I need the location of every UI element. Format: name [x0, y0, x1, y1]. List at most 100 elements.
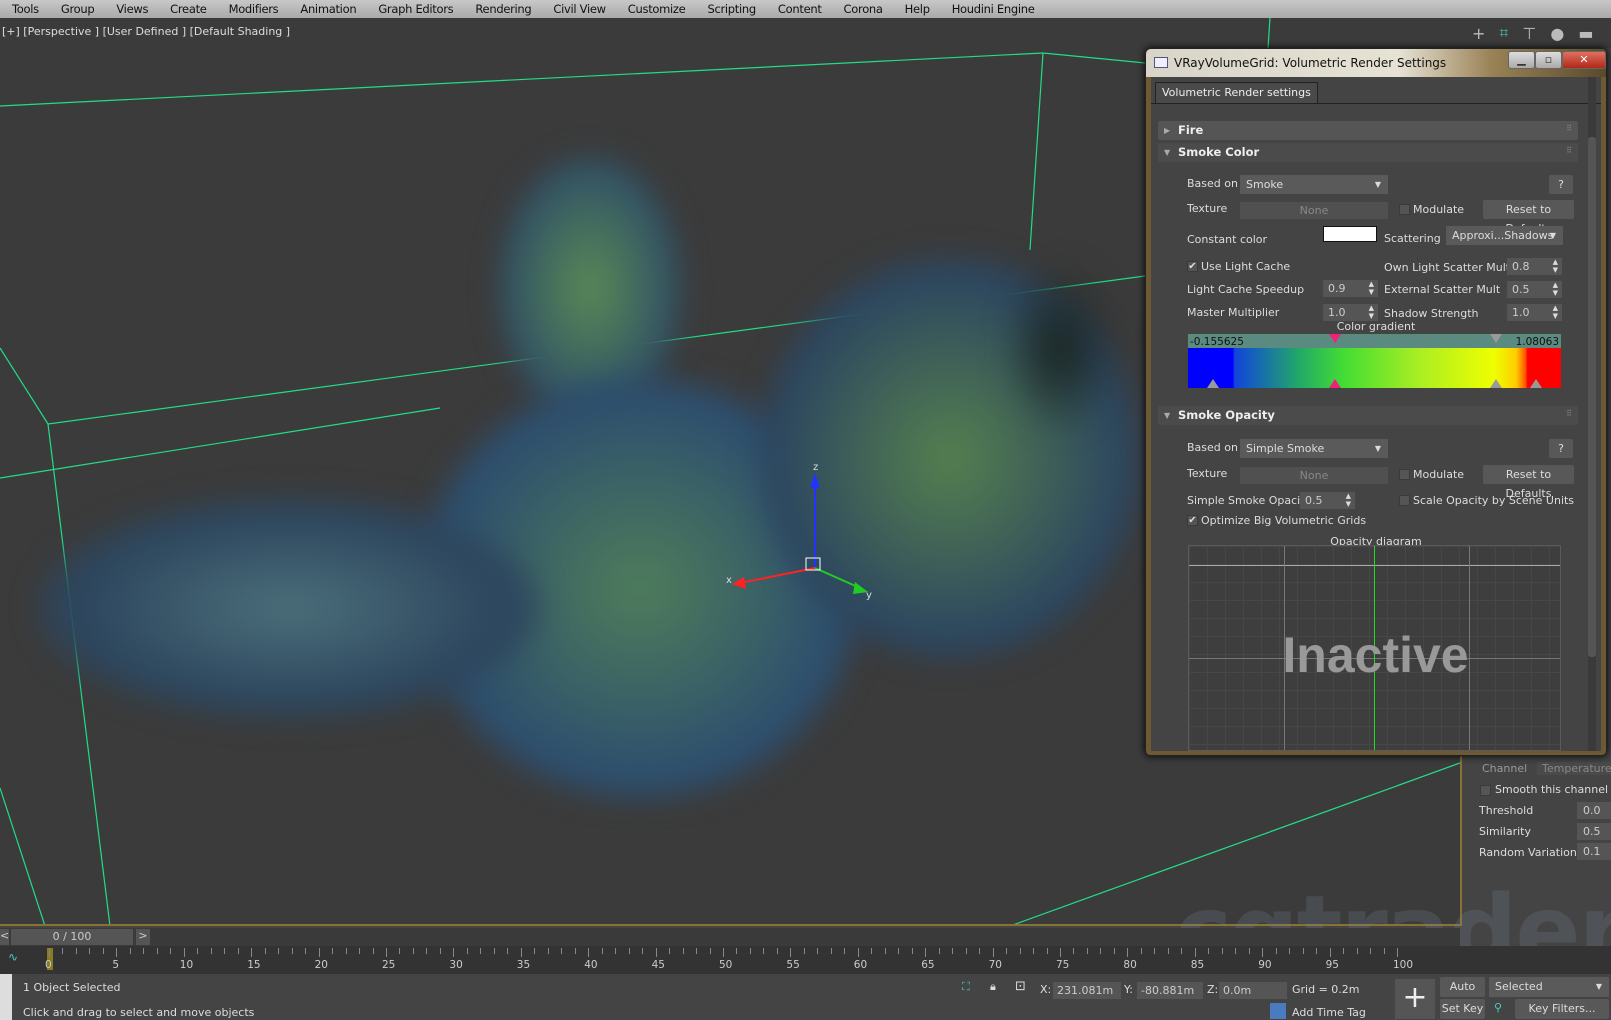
master-multiplier-spinner[interactable]: 1.0 ▲ ▼ [1323, 304, 1378, 321]
menu-item[interactable]: Help [905, 2, 930, 16]
menu-item[interactable]: Customize [628, 2, 686, 16]
drag-handle-icon[interactable]: ⠿ [1566, 124, 1572, 133]
spinner-arrows-icon[interactable]: ▲ ▼ [1553, 281, 1558, 297]
random-variation-field[interactable]: 0.1 [1577, 843, 1611, 860]
drag-handle-icon[interactable]: ⠿ [1566, 409, 1572, 418]
key-selection-dropdown[interactable]: Selected ▼ [1489, 977, 1609, 997]
menu-item[interactable]: Scripting [707, 2, 756, 16]
curve-editor-icon[interactable]: ∿ [8, 950, 18, 964]
maxscript-listener[interactable] [0, 974, 12, 1020]
prev-frame-button[interactable]: < [0, 929, 9, 945]
close-button[interactable]: ✕ [1562, 51, 1606, 69]
gradient-stop-marker-icon[interactable] [1490, 379, 1502, 388]
timeline-tick-label: 50 [719, 959, 733, 971]
menu-item[interactable]: Houdini Engine [952, 2, 1035, 16]
lock-icon[interactable]: 🔒︎ [990, 980, 996, 994]
spinner-arrows-icon[interactable]: ▲ ▼ [1369, 280, 1374, 296]
menu-item[interactable]: Tools [12, 2, 39, 16]
set-key-button[interactable]: Set Key [1440, 999, 1485, 1019]
menu-item[interactable]: Content [778, 2, 822, 16]
move-gizmo[interactable]: x y z [720, 458, 880, 608]
scattering-dropdown[interactable]: Approxi...Shadows ▼ [1446, 226, 1563, 245]
spinner-arrows-icon[interactable]: ▲ ▼ [1553, 304, 1558, 320]
optimize-big-grids-checkbox[interactable]: ✔ [1187, 515, 1198, 526]
next-frame-button[interactable]: > [136, 929, 150, 945]
help-button[interactable]: ? [1549, 439, 1573, 458]
spinner-arrows-icon[interactable]: ▲ ▼ [1553, 258, 1558, 274]
tab-volumetric-render-settings[interactable]: Volumetric Render settings [1155, 82, 1318, 103]
set-key-mode-icon[interactable]: + [1395, 979, 1435, 1019]
key-filters-button[interactable]: Key Filters... [1515, 999, 1609, 1019]
scale-opacity-checkbox[interactable] [1399, 495, 1410, 506]
smoke-opacity-based-on-dropdown[interactable]: Simple Smoke ▼ [1240, 439, 1388, 458]
maximize-button[interactable]: ▫ [1535, 51, 1562, 69]
reset-to-defaults-button[interactable]: Reset to Defaults [1483, 465, 1574, 500]
x-coordinate-field[interactable]: 231.081m [1053, 982, 1121, 999]
time-tag-icon[interactable] [1270, 1003, 1286, 1019]
menu-item[interactable]: Rendering [475, 2, 531, 16]
menu-item[interactable]: Create [170, 2, 207, 16]
z-coordinate-field[interactable]: 0.0m [1219, 982, 1287, 999]
rollout-smoke-color[interactable]: ▼ Smoke Color ⠿ [1158, 143, 1578, 162]
rollout-fire[interactable]: ▶ Fire ⠿ [1158, 121, 1578, 140]
color-gradient-editor[interactable]: -0.155625 1.08063 [1188, 334, 1561, 388]
viewport-label[interactable]: [+] [Perspective ] [User Defined ] [Defa… [2, 25, 290, 38]
tab-channel[interactable]: Channel [1482, 762, 1527, 775]
smooth-channel-checkbox[interactable] [1480, 785, 1491, 796]
opacity-diagram[interactable]: Inactive [1188, 545, 1561, 751]
menu-item[interactable]: Modifiers [229, 2, 279, 16]
create-plus-icon[interactable]: + [1472, 24, 1485, 43]
simple-smoke-opacity-spinner[interactable]: 0.5 ▲ ▼ [1300, 492, 1355, 509]
shadow-strength-label: Shadow Strength [1384, 307, 1479, 320]
menu-item[interactable]: Graph Editors [378, 2, 453, 16]
modulate-checkbox[interactable] [1399, 204, 1410, 215]
menu-item[interactable]: Views [116, 2, 148, 16]
gradient-top-marker-icon[interactable] [1329, 334, 1341, 343]
external-scatter-spinner[interactable]: 0.5 ▲ ▼ [1507, 281, 1562, 298]
reset-to-defaults-button[interactable]: Reset to Defaults [1483, 200, 1574, 235]
texture-slot-button[interactable]: None [1240, 202, 1388, 219]
auto-key-button[interactable]: Auto Key [1440, 977, 1485, 1012]
gradient-stop-marker-icon[interactable] [1207, 379, 1219, 388]
dialog-title-bar[interactable]: VRayVolumeGrid: Volumetric Render Settin… [1146, 49, 1606, 77]
menu-item[interactable]: Civil View [553, 2, 606, 16]
drag-handle-icon[interactable]: ⠿ [1566, 146, 1572, 155]
use-light-cache-checkbox[interactable]: ✔ [1187, 261, 1198, 272]
display-icon[interactable]: ▬ [1578, 24, 1593, 43]
isolate-selection-icon[interactable]: ⛶ [962, 980, 970, 994]
based-on-label: Based on [1187, 441, 1238, 454]
y-coordinate-field[interactable]: -80.881m [1137, 982, 1203, 999]
spinner-arrows-icon[interactable]: ▲ ▼ [1346, 492, 1351, 508]
gradient-bar[interactable] [1188, 348, 1561, 388]
similarity-field[interactable]: 0.5 [1577, 823, 1611, 840]
constant-color-swatch[interactable] [1323, 226, 1377, 242]
key-mode-icon[interactable]: ⚲ [1494, 1001, 1502, 1014]
threshold-field[interactable]: 0.0 [1577, 802, 1611, 819]
gradient-top-marker-icon[interactable] [1490, 334, 1502, 343]
rollout-smoke-opacity[interactable]: ▼ Smoke Opacity ⠿ [1158, 406, 1578, 425]
time-slider[interactable]: < 0 / 100 > [0, 928, 1460, 946]
light-cache-speedup-spinner[interactable]: 0.9 ▲ ▼ [1323, 280, 1378, 297]
add-time-tag-button[interactable]: Add Time Tag [1292, 1006, 1366, 1019]
minimize-button[interactable]: ▁ [1508, 51, 1535, 69]
absolute-mode-icon[interactable]: ⊡ [1015, 979, 1026, 994]
dialog-scrollbar[interactable] [1588, 77, 1596, 751]
shadow-strength-spinner[interactable]: 1.0 ▲ ▼ [1507, 304, 1562, 321]
motion-icon[interactable]: ● [1550, 24, 1564, 43]
menu-item[interactable]: Corona [844, 2, 883, 16]
smoke-color-based-on-dropdown[interactable]: Smoke ▼ [1240, 175, 1388, 194]
gradient-stop-marker-icon[interactable] [1530, 379, 1542, 388]
modulate-checkbox[interactable] [1399, 469, 1410, 480]
hierarchy-icon[interactable]: ⊤ [1522, 24, 1536, 43]
own-light-scatter-spinner[interactable]: 0.8 ▲ ▼ [1507, 258, 1562, 275]
tab-temperature[interactable]: Temperature [1537, 762, 1611, 775]
help-button[interactable]: ? [1549, 175, 1573, 194]
frame-counter[interactable]: 0 / 100 [11, 929, 133, 945]
modify-icon[interactable]: ⌗ [1499, 23, 1508, 43]
menu-item[interactable]: Animation [300, 2, 356, 16]
timeline-track[interactable]: ∿ 0 5 10 15 20 25 30 35 40 45 50 55 60 65 70 75 80 85 90 95… [0, 946, 1611, 974]
texture-slot-button[interactable]: None [1240, 467, 1388, 484]
gradient-stop-marker-icon[interactable] [1329, 379, 1341, 388]
spinner-arrows-icon[interactable]: ▲ ▼ [1369, 304, 1374, 320]
menu-item[interactable]: Group [61, 2, 95, 16]
